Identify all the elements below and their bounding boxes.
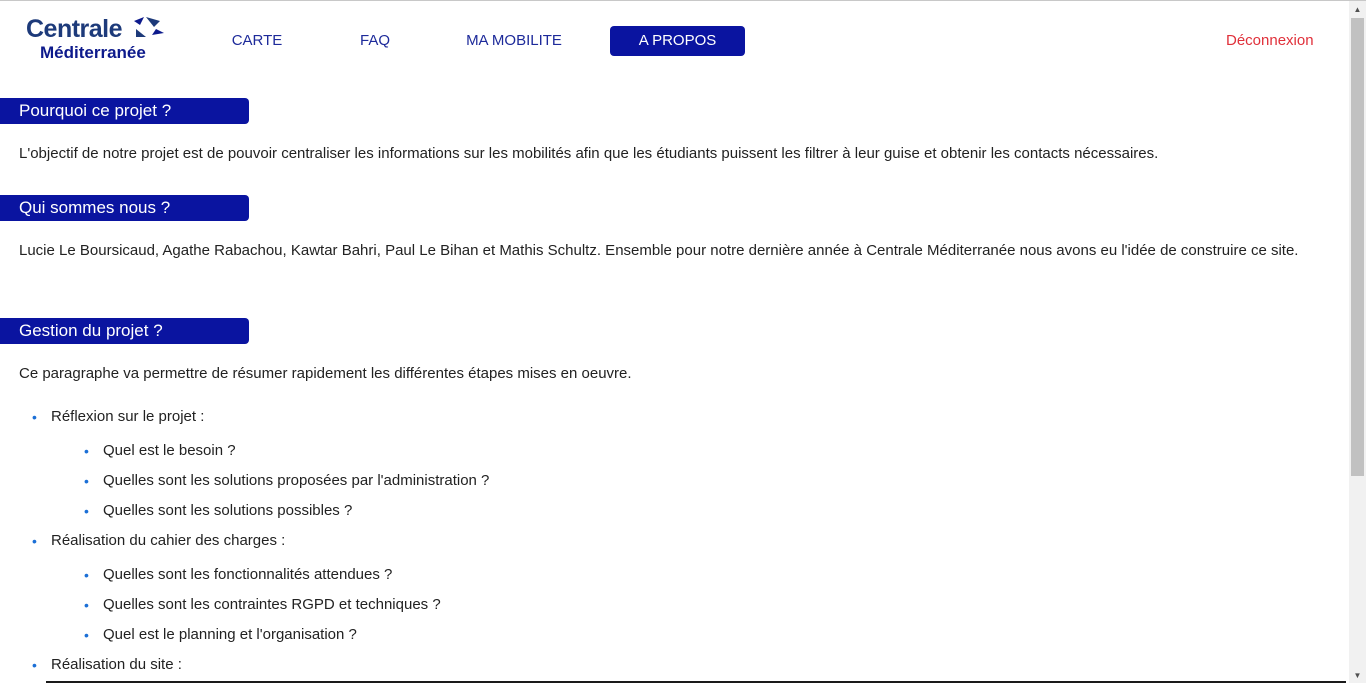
bullet-icon: •	[32, 409, 37, 425]
list-item: • Réalisation du site :	[32, 655, 182, 675]
vertical-scrollbar[interactable]: ▲ ▼	[1349, 1, 1366, 683]
section-text-qui: Lucie Le Boursicaud, Agathe Rabachou, Ka…	[19, 242, 1299, 259]
bullet-icon: •	[84, 443, 89, 459]
section-title-pourquoi: Pourquoi ce projet ?	[0, 98, 249, 124]
list-item: • Quelles sont les contraintes RGPD et t…	[84, 595, 441, 615]
logo-mark-icon	[134, 17, 164, 37]
list-item-label: Réflexion sur le projet :	[51, 408, 205, 425]
scroll-thumb[interactable]	[1351, 18, 1364, 476]
bullet-icon: •	[32, 657, 37, 673]
list-item: • Réalisation du cahier des charges :	[32, 531, 286, 551]
bullet-icon: •	[84, 473, 89, 489]
list-item: • Quel est le besoin ?	[84, 441, 236, 461]
list-item-label: Quelles sont les solutions proposées par…	[103, 472, 490, 489]
list-item-label: Réalisation du site :	[51, 656, 182, 673]
list-item: • Quel est le planning et l'organisation…	[84, 625, 357, 645]
section-title-gestion: Gestion du projet ?	[0, 318, 249, 344]
logo-text-line2: Méditerranée	[40, 43, 146, 62]
list-item: • Quelles sont les solutions possibles ?	[84, 501, 353, 521]
list-item-label: Quel est le planning et l'organisation ?	[103, 626, 357, 643]
list-item: • Quelles sont les solutions proposées p…	[84, 471, 490, 491]
scroll-up-arrow-icon[interactable]: ▲	[1349, 1, 1366, 18]
logout-link[interactable]: Déconnexion	[1226, 26, 1314, 56]
list-item-label: Quel est le besoin ?	[103, 442, 236, 459]
bullet-icon: •	[84, 627, 89, 643]
section-text-gestion: Ce paragraphe va permettre de résumer ra…	[19, 365, 632, 382]
bullet-icon: •	[84, 567, 89, 583]
section-text-pourquoi: L'objectif de notre projet est de pouvoi…	[19, 145, 1159, 162]
page: Centrale Méditerranée CARTE FAQ MA MOBIL…	[0, 1, 1349, 683]
list-item: • Réflexion sur le projet :	[32, 407, 205, 427]
logo-text-line1: Centrale	[26, 15, 123, 43]
bullet-icon: •	[32, 533, 37, 549]
nav-ma-mobilite[interactable]: MA MOBILITE	[446, 26, 582, 56]
list-item: • Quelles sont les fonctionnalités atten…	[84, 565, 393, 585]
bullet-icon: •	[84, 503, 89, 519]
bullet-icon: •	[84, 597, 89, 613]
centrale-logo[interactable]: Centrale Méditerranée	[24, 15, 174, 67]
section-title-qui: Qui sommes nous ?	[0, 195, 249, 221]
list-item-label: Quelles sont les fonctionnalités attendu…	[103, 566, 393, 583]
scroll-down-arrow-icon[interactable]: ▼	[1349, 667, 1366, 683]
nav-faq[interactable]: FAQ	[336, 26, 414, 56]
nav-a-propos[interactable]: A PROPOS	[610, 26, 745, 56]
list-item-label: Quelles sont les solutions possibles ?	[103, 502, 353, 519]
list-item-label: Quelles sont les contraintes RGPD et tec…	[103, 596, 441, 613]
nav-carte[interactable]: CARTE	[208, 26, 306, 56]
list-item-label: Réalisation du cahier des charges :	[51, 532, 286, 549]
